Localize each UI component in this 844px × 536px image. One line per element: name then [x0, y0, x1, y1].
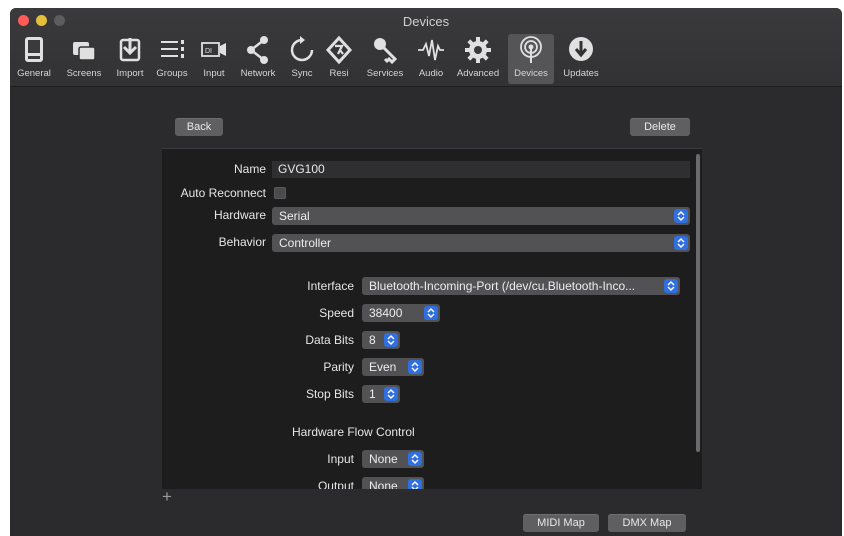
toolbar-label: Sync: [291, 68, 313, 79]
flow-input-select[interactable]: None: [362, 450, 424, 468]
dmx-map-button[interactable]: DMX Map: [608, 514, 686, 532]
toolbar-label: Devices: [514, 68, 548, 79]
vertical-scrollbar[interactable]: [696, 154, 700, 452]
flow-output-value: None: [369, 479, 398, 489]
add-device-button[interactable]: +: [162, 487, 172, 507]
toolbar-updates[interactable]: Updates: [558, 34, 604, 84]
chevron-updown-icon: [664, 279, 678, 293]
behavior-select[interactable]: Controller: [272, 234, 690, 252]
devices-content: Back Delete Name GVG100 Auto Reconnect H…: [10, 87, 842, 536]
interface-select[interactable]: Bluetooth-Incoming-Port (/dev/cu.Bluetoo…: [362, 277, 680, 295]
toolbar-label: Advanced: [456, 68, 500, 79]
flow-input-value: None: [369, 452, 398, 466]
chevron-updown-icon: [384, 333, 398, 347]
midi-map-button[interactable]: MIDI Map: [523, 514, 599, 532]
toolbar-label: Audio: [418, 68, 444, 79]
toolbar-general[interactable]: General: [12, 34, 56, 84]
hardware-flow-control-heading: Hardware Flow Control: [292, 425, 415, 439]
chevron-updown-icon: [408, 452, 422, 466]
stop-bits-label: Stop Bits: [305, 387, 354, 401]
toolbar-label: Resi: [329, 68, 349, 79]
services-icon: [374, 38, 398, 65]
input-icon: DI: [201, 42, 226, 57]
toolbar-resi[interactable]: Resi: [322, 34, 356, 84]
devices-icon: [520, 36, 542, 63]
device-settings-panel[interactable]: Name GVG100 Auto Reconnect Hardware Seri…: [162, 149, 702, 489]
stop-bits-select[interactable]: 1: [362, 385, 400, 403]
delete-button[interactable]: Delete: [630, 118, 690, 136]
window-title: Devices: [402, 14, 450, 29]
toolbar-services[interactable]: Services: [360, 34, 410, 84]
toolbar-label: General: [17, 68, 51, 79]
chevron-updown-icon: [384, 387, 398, 401]
data-bits-select[interactable]: 8: [362, 331, 400, 349]
chevron-updown-icon: [424, 306, 438, 320]
hardware-select[interactable]: Serial: [272, 207, 690, 225]
resi-icon: [325, 35, 353, 65]
toolbar-label: Services: [366, 68, 404, 79]
interface-label: Interface: [307, 279, 354, 293]
speed-select[interactable]: 38400: [362, 304, 440, 322]
chevron-updown-icon: [408, 360, 422, 374]
auto-reconnect-label: Auto Reconnect: [180, 186, 266, 200]
hardware-value: Serial: [279, 209, 310, 223]
toolbar-label: Import: [116, 68, 144, 79]
behavior-label: Behavior: [218, 235, 266, 249]
behavior-value: Controller: [279, 236, 332, 250]
svg-text:DI: DI: [205, 48, 212, 55]
stop-bits-value: 1: [369, 387, 376, 401]
data-bits-label: Data Bits: [305, 333, 354, 347]
sync-icon: [290, 36, 314, 62]
import-icon: [119, 38, 141, 62]
parity-select[interactable]: Even: [362, 358, 424, 376]
name-label: Name: [233, 162, 266, 176]
toolbar-sync[interactable]: Sync: [284, 34, 320, 84]
toolbar-network[interactable]: Network: [234, 34, 282, 84]
toolbar-label: Screens: [66, 68, 102, 79]
toolbar-devices[interactable]: Devices: [508, 34, 554, 84]
flow-output-select[interactable]: None: [362, 477, 424, 489]
chevron-updown-icon: [674, 209, 688, 223]
general-icon: [25, 37, 43, 62]
app-window: Devices General Screens Import Groups DI…: [10, 8, 842, 536]
toolbar-label: Network: [240, 68, 276, 79]
toolbar-label: Groups: [156, 68, 188, 79]
back-button[interactable]: Back: [175, 118, 223, 136]
groups-icon: [161, 40, 184, 58]
toolbar-groups[interactable]: Groups: [152, 34, 192, 84]
speed-value: 38400: [369, 306, 403, 320]
toolbar-audio[interactable]: Audio: [412, 34, 450, 84]
parity-value: Even: [369, 360, 397, 374]
flow-input-label: Input: [327, 452, 354, 466]
parity-label: Parity: [323, 360, 354, 374]
audio-icon: [418, 39, 444, 61]
chevron-updown-icon: [674, 236, 688, 250]
interface-value: Bluetooth-Incoming-Port (/dev/cu.Bluetoo…: [369, 279, 636, 293]
titlebar: Devices General Screens Import Groups DI…: [10, 8, 842, 87]
toolbar-label: Input: [203, 68, 225, 79]
toolbar-screens[interactable]: Screens: [60, 34, 108, 84]
screens-icon: [73, 42, 96, 61]
network-icon: [247, 36, 268, 64]
data-bits-value: 8: [369, 333, 376, 347]
chevron-updown-icon: [408, 479, 422, 489]
auto-reconnect-checkbox[interactable]: [274, 187, 286, 199]
toolbar-import[interactable]: Import: [110, 34, 150, 84]
hardware-label: Hardware: [213, 208, 266, 222]
name-field[interactable]: GVG100: [272, 161, 690, 178]
flow-output-label: Output: [317, 479, 354, 489]
speed-label: Speed: [319, 306, 354, 320]
toolbar-input[interactable]: DI Input: [196, 34, 232, 84]
toolbar-advanced[interactable]: Advanced: [452, 34, 504, 84]
toolbar-label: Updates: [563, 68, 599, 79]
updates-icon: [569, 37, 593, 61]
advanced-icon: [465, 37, 491, 63]
